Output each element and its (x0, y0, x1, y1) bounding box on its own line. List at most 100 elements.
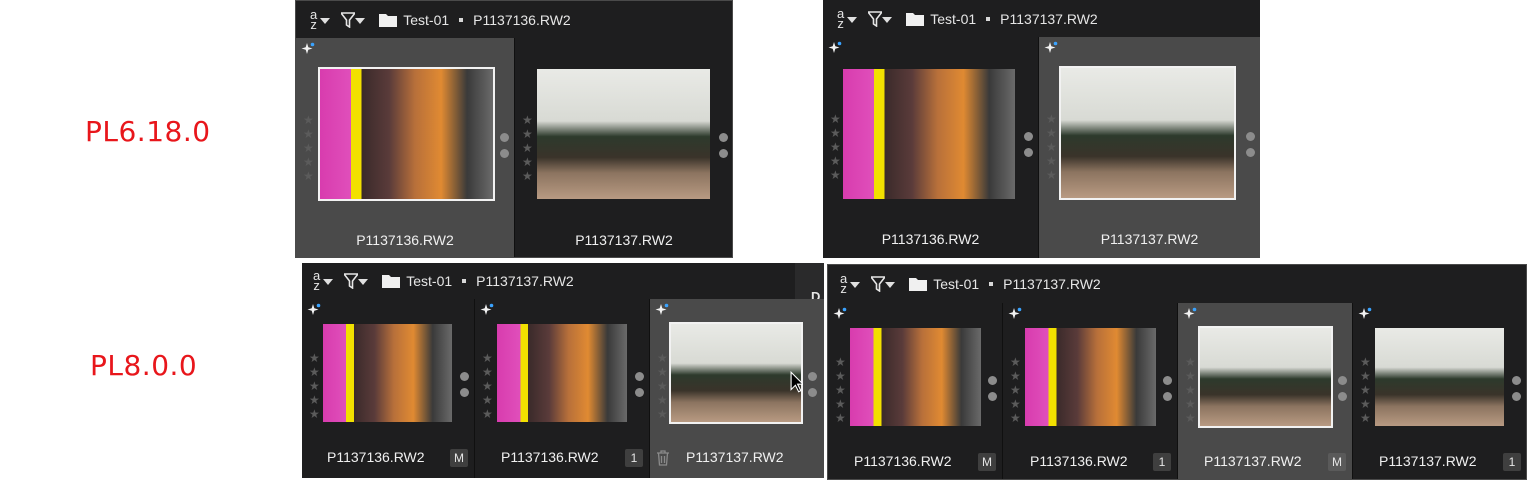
color-tag-dots[interactable] (500, 133, 509, 158)
color-tag-dots[interactable] (1024, 132, 1033, 157)
sparkle-icon (1183, 307, 1197, 319)
color-tag-dots[interactable] (808, 372, 817, 397)
rating-stars[interactable]: ★ ★ ★ ★ ★ (1010, 356, 1021, 425)
filter-caret-icon (355, 17, 366, 24)
sort-z: z (837, 15, 844, 31)
thumbnail-image (843, 69, 1015, 199)
version-badge: 1 (1153, 453, 1171, 471)
toolbar: az Test-01 P1137137.RW2 (828, 265, 1526, 303)
thumbnail-filename: P1137137.RW2 (1100, 231, 1199, 247)
thumbnail-cell[interactable]: ★ ★ ★ ★ ★ P1137136.RW2 M (302, 299, 475, 478)
rating-stars[interactable]: ★ ★ ★ ★ ★ (1185, 356, 1196, 425)
toolbar: az Test-01 P1137137.RW2 (302, 263, 824, 299)
breadcrumb-file: P1137137.RW2 (476, 273, 574, 289)
thumbnail-cell[interactable]: ★ ★ ★ ★ ★ P1137136.RW2 1 (475, 299, 650, 478)
sparkle-icon (655, 303, 669, 315)
filter-button[interactable] (341, 1, 366, 38)
thumbnail-strip: ★ ★ ★ ★ ★ P1137136.RW2 M ★ ★ ★ ★ ★ P1137136.RW2 … (302, 299, 824, 478)
color-tag-dots[interactable] (988, 376, 997, 401)
rating-stars[interactable]: ★ ★ ★ ★ ★ (303, 114, 314, 183)
version-badge: M (978, 453, 996, 471)
sparkle-icon (1358, 307, 1372, 319)
thumbnail-filename: P1137136.RW2 (881, 231, 980, 247)
color-tag-dots[interactable] (1246, 132, 1255, 157)
color-tag-dots[interactable] (1163, 376, 1172, 401)
thumbnail-cell[interactable]: ★ ★ ★ ★ ★ P1137137.RW2 (650, 299, 824, 478)
toolbar: az Test-01 P1137136.RW2 (296, 1, 732, 38)
breadcrumb-separator (462, 279, 467, 283)
sort-z: z (840, 281, 847, 296)
color-tag-dots[interactable] (635, 372, 644, 397)
sparkle-icon (301, 42, 315, 54)
thumbnail-cell[interactable]: ★ ★ ★ ★ ★ P1137137.RW2 M (1178, 303, 1353, 479)
filter-caret-icon (882, 16, 893, 23)
filter-button[interactable] (868, 0, 893, 37)
color-tag-dots[interactable] (1338, 376, 1347, 401)
folder-icon (909, 278, 928, 291)
rating-stars[interactable]: ★ ★ ★ ★ ★ (522, 114, 533, 183)
thumbnail-cell[interactable]: ★ ★ ★ ★ ★ P1137136.RW2 (296, 38, 515, 257)
thumbnail-filename: P1137137.RW2 (575, 232, 673, 248)
rating-stars[interactable]: ★ ★ ★ ★ ★ (830, 113, 841, 182)
thumbnail-cell[interactable]: ★ ★ ★ ★ ★ P1137137.RW2 (515, 38, 732, 257)
breadcrumb-file: P1137137.RW2 (1000, 10, 1098, 27)
filter-button[interactable] (344, 263, 369, 299)
thumbnail-cell[interactable]: ★ ★ ★ ★ ★ P1137137.RW2 (1039, 37, 1260, 258)
folder-icon (906, 12, 925, 26)
sort-z: z (310, 16, 317, 32)
filter-button[interactable] (871, 265, 896, 303)
rating-stars[interactable]: ★ ★ ★ ★ ★ (309, 352, 320, 421)
thumbnail-filename: P1137136.RW2 (356, 232, 454, 248)
version-label-pl6: PL6.18.0 (85, 115, 211, 148)
thumbnail-strip: ★ ★ ★ ★ ★ P1137136.RW2 M ★ ★ ★ ★ ★ P1137136.RW2 … (828, 303, 1526, 479)
thumbnail-image (497, 324, 627, 422)
browser-panel-pl6-b: az Test-01 P1137137.RW2 ★ ★ ★ ★ ★ P1137136.R… (823, 0, 1260, 258)
color-tag-dots[interactable] (1512, 376, 1521, 401)
thumbnail-strip: ★ ★ ★ ★ ★ P1137136.RW2 ★ ★ ★ ★ ★ P1137137.RW2 (823, 37, 1260, 258)
breadcrumb-separator (986, 16, 991, 21)
trash-icon[interactable] (656, 450, 670, 466)
thumbnail-image (318, 67, 495, 201)
mouse-cursor-icon (790, 371, 803, 393)
breadcrumb-folder[interactable]: Test-01 (933, 276, 979, 292)
thumbnail-cell[interactable]: ★ ★ ★ ★ ★ P1137136.RW2 1 (1003, 303, 1178, 479)
filter-caret-icon (358, 279, 369, 285)
thumbnail-filename: P1137137.RW2 (686, 449, 784, 465)
thumbnail-cell[interactable]: ★ ★ ★ ★ ★ P1137136.RW2 M (828, 303, 1003, 479)
thumbnail-cell[interactable]: ★ ★ ★ ★ ★ P1137136.RW2 (823, 37, 1039, 258)
rating-stars[interactable]: ★ ★ ★ ★ ★ (1360, 356, 1371, 425)
breadcrumb-folder[interactable]: Test-01 (406, 273, 452, 289)
sort-button[interactable]: az (837, 0, 858, 37)
sparkle-icon (828, 41, 842, 53)
sort-button[interactable]: az (313, 263, 334, 299)
color-tag-dots[interactable] (460, 372, 469, 397)
filter-icon (868, 10, 883, 27)
sort-z: z (313, 278, 320, 293)
sort-button[interactable]: az (310, 1, 331, 38)
breadcrumb-folder[interactable]: Test-01 (403, 12, 449, 28)
sort-az-icon: az (313, 269, 320, 293)
color-tag-dots[interactable] (719, 133, 728, 158)
filter-caret-icon (885, 282, 896, 288)
thumbnail-cell[interactable]: ★ ★ ★ ★ ★ P1137137.RW2 1 (1353, 303, 1526, 479)
rating-stars[interactable]: ★ ★ ★ ★ ★ (1046, 113, 1057, 182)
sort-caret-icon (320, 17, 331, 24)
browser-panel-pl8-b: az Test-01 P1137137.RW2 ★ ★ ★ ★ ★ P1137136.R… (827, 264, 1527, 480)
rating-stars[interactable]: ★ ★ ★ ★ ★ (657, 352, 668, 421)
sparkle-icon (1008, 307, 1022, 319)
breadcrumb-separator (459, 17, 464, 22)
thumbnail-image (1198, 326, 1333, 428)
sort-caret-icon (323, 279, 334, 285)
version-label-pl8: PL8.0.0 (90, 349, 198, 382)
rating-stars[interactable]: ★ ★ ★ ★ ★ (482, 352, 493, 421)
version-badge: 1 (1503, 453, 1521, 471)
sparkle-icon (307, 303, 321, 315)
filter-icon (341, 11, 356, 28)
thumbnail-image (850, 328, 981, 426)
folder-icon (379, 13, 398, 27)
sort-az-icon: az (840, 272, 847, 296)
thumbnail-image (1025, 328, 1156, 426)
rating-stars[interactable]: ★ ★ ★ ★ ★ (835, 356, 846, 425)
sort-button[interactable]: az (840, 265, 861, 303)
breadcrumb-folder[interactable]: Test-01 (930, 11, 976, 27)
